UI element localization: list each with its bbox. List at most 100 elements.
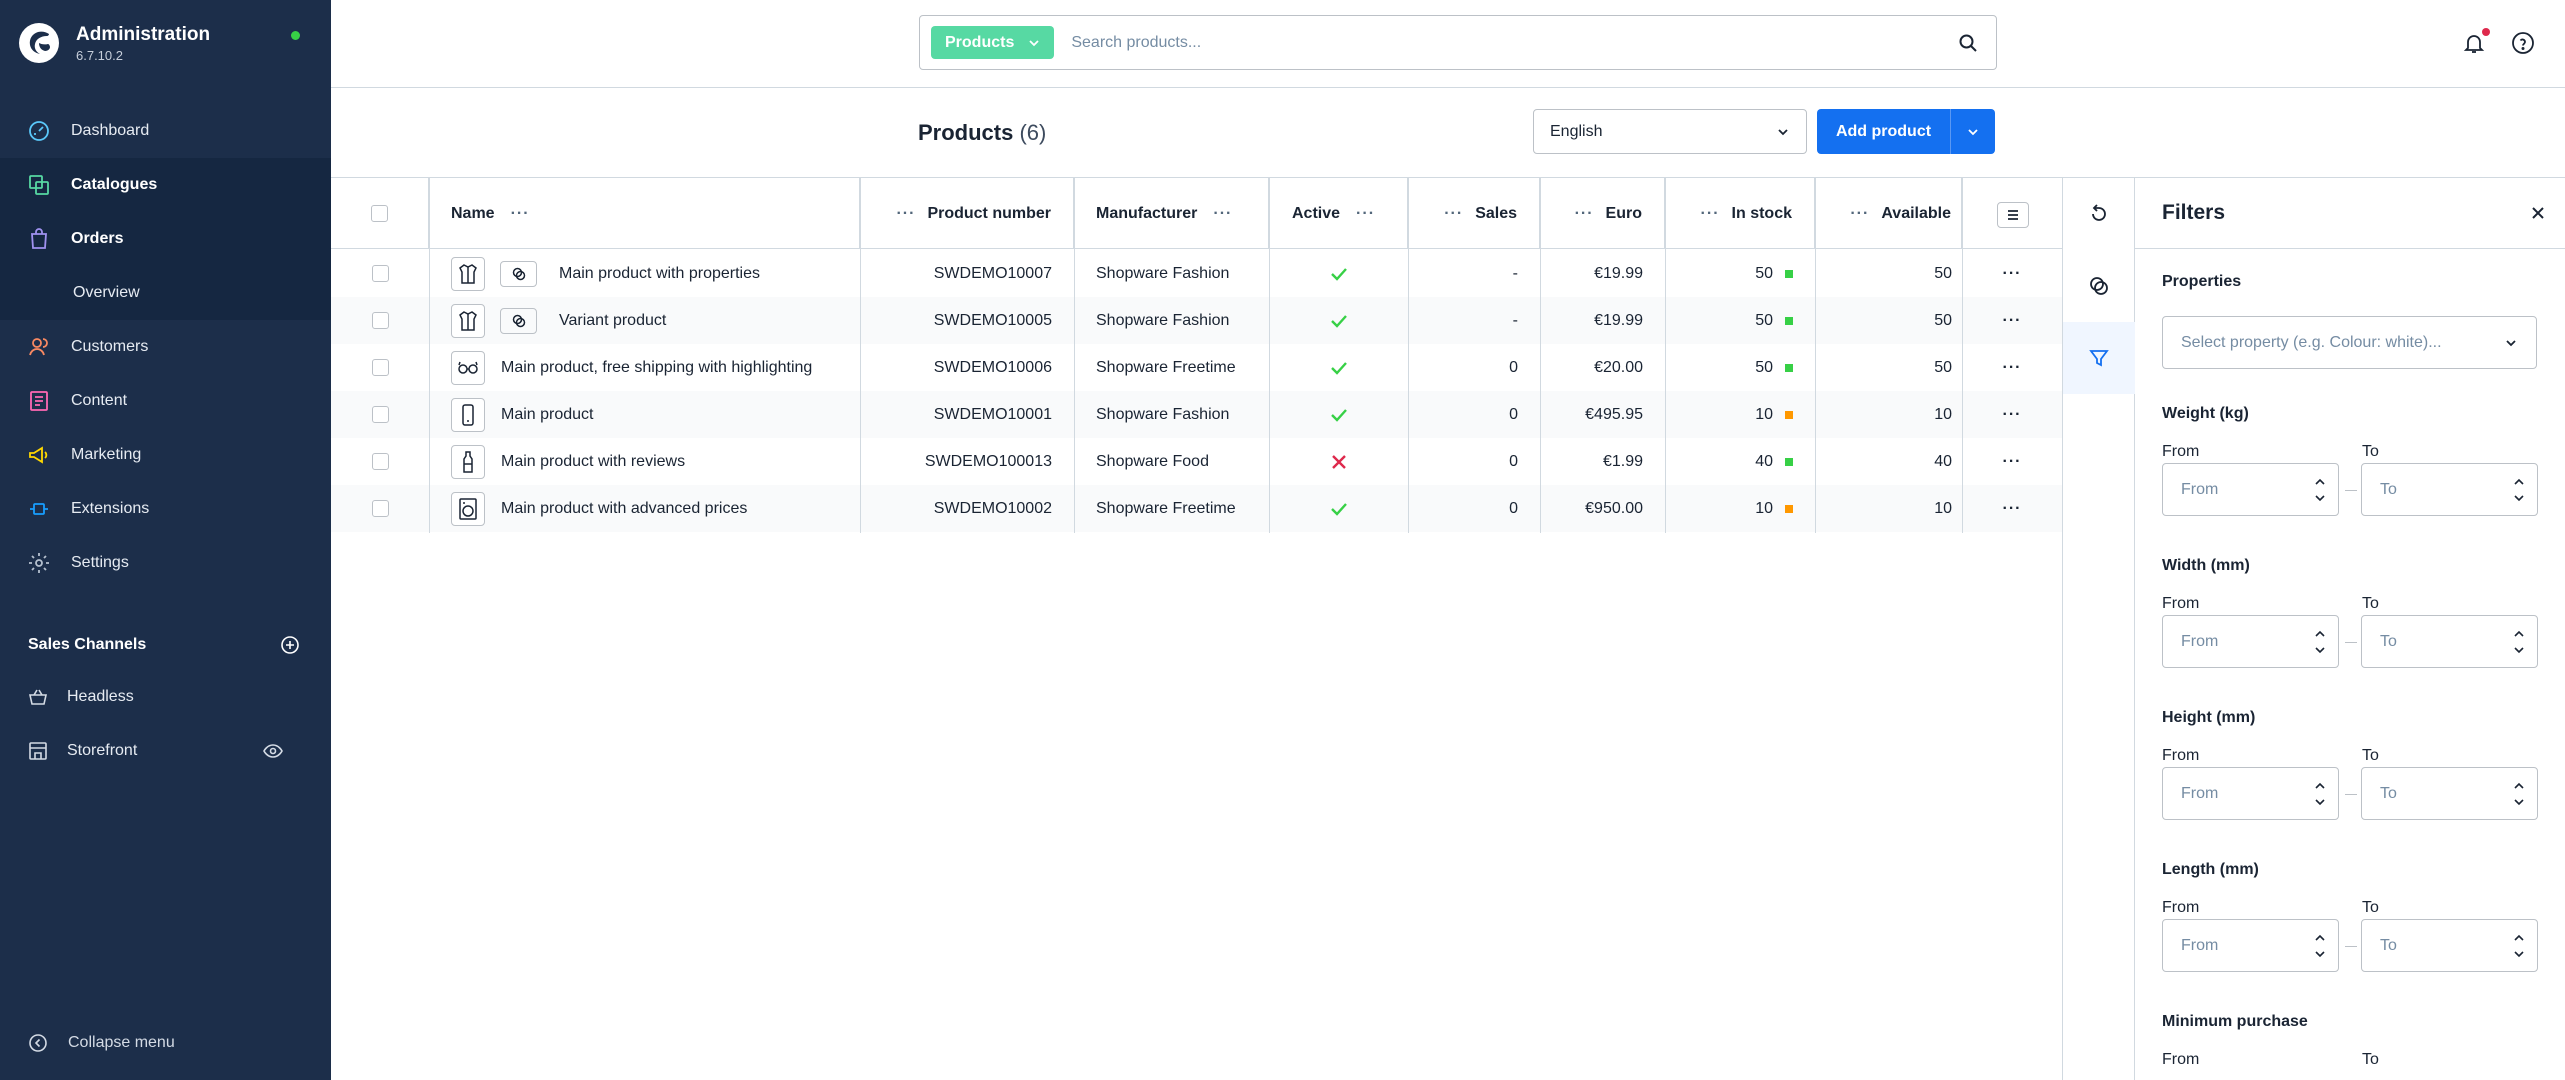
column-menu-dots[interactable]: ··· <box>1213 205 1232 223</box>
context-menu-button[interactable]: ··· <box>2003 265 2022 283</box>
row-checkbox[interactable] <box>371 406 389 423</box>
column-menu-dots[interactable]: ··· <box>1444 205 1463 223</box>
column-label: Active <box>1292 204 1341 222</box>
product-name-link[interactable]: Variant product <box>559 312 666 330</box>
column-menu-dots[interactable]: ··· <box>1701 205 1720 223</box>
context-menu-button[interactable]: ··· <box>2003 500 2022 518</box>
sales-cell: - <box>1512 264 1518 282</box>
product-name-link[interactable]: Main product, free shipping with highlig… <box>501 359 812 377</box>
search-input[interactable] <box>1054 22 1940 63</box>
column-header-product-number[interactable]: ··· Product number <box>860 178 1074 249</box>
help-icon[interactable] <box>2511 31 2535 55</box>
range-to-input[interactable]: To <box>2361 919 2538 972</box>
nav-item-extensions[interactable]: Extensions <box>0 482 331 536</box>
row-checkbox[interactable] <box>371 359 389 376</box>
grid-settings-button[interactable] <box>1997 202 2029 228</box>
search-button[interactable] <box>1940 33 1996 53</box>
table-row[interactable]: Main product, free shipping with highlig… <box>331 344 2062 391</box>
table-row[interactable]: Variant product SWDEMO10005 Shopware Fashi… <box>331 297 2062 344</box>
nav-label: Orders <box>71 230 124 247</box>
context-menu-button[interactable]: ··· <box>2003 359 2022 377</box>
nav-item-catalogues[interactable]: Catalogues <box>0 158 331 212</box>
column-header-sales[interactable]: ··· Sales <box>1408 178 1540 249</box>
sales-channel-storefront[interactable]: Storefront <box>27 740 302 762</box>
column-header-in-stock[interactable]: ··· In stock <box>1665 178 1815 249</box>
brand[interactable]: Administration 6.7.10.2 <box>18 22 210 64</box>
check-icon <box>1330 502 1347 516</box>
column-menu-dots[interactable]: ··· <box>896 205 915 223</box>
table-row[interactable]: Main product SWDEMO10001 Shopware Fashion 0… <box>331 391 2062 438</box>
product-name-link[interactable]: Main product with advanced prices <box>501 500 747 518</box>
row-checkbox[interactable] <box>371 453 389 470</box>
stepper-arrows[interactable] <box>2314 781 2326 807</box>
stepper-arrows[interactable] <box>2314 629 2326 655</box>
context-menu-button[interactable]: ··· <box>2003 406 2022 424</box>
eye-icon[interactable] <box>262 740 284 762</box>
variant-indicator[interactable] <box>500 307 537 334</box>
range-from-input[interactable]: From <box>2162 615 2339 668</box>
stepper-arrows[interactable] <box>2513 933 2525 959</box>
column-label: Product number <box>927 204 1051 222</box>
add-product-split-button[interactable] <box>1950 109 1995 154</box>
stepper-arrows[interactable] <box>2513 781 2525 807</box>
column-header-price[interactable]: ··· Euro <box>1540 178 1665 249</box>
table-row[interactable]: Main product with reviews SWDEMO100013 Sho… <box>331 438 2062 485</box>
range-from-input[interactable]: From <box>2162 463 2339 516</box>
stock-status-indicator <box>1785 363 1793 372</box>
nav-item-marketing[interactable]: Marketing <box>0 428 331 482</box>
column-header-active[interactable]: Active ··· <box>1269 178 1408 249</box>
select-all-checkbox[interactable] <box>371 205 388 222</box>
nav-item-dashboard[interactable]: Dashboard <box>0 104 331 158</box>
column-menu-dots[interactable]: ··· <box>511 205 530 223</box>
filter-panel-header: Filters <box>2135 178 2565 249</box>
row-checkbox[interactable] <box>371 265 389 282</box>
stepper-arrows[interactable] <box>2513 477 2525 503</box>
range-from-input[interactable]: From <box>2162 767 2339 820</box>
search-type-selector[interactable]: Products <box>931 26 1055 59</box>
filter-button[interactable] <box>2063 322 2135 394</box>
close-icon[interactable] <box>2531 206 2545 220</box>
context-menu-button[interactable]: ··· <box>2003 312 2022 330</box>
nav-item-orders-overview[interactable]: Overview <box>0 266 331 320</box>
range-from-input[interactable]: From <box>2162 919 2339 972</box>
column-menu-dots[interactable]: ··· <box>1850 205 1869 223</box>
refresh-button[interactable] <box>2063 178 2135 250</box>
column-menu-dots[interactable]: ··· <box>1575 205 1594 223</box>
show-variants-button[interactable] <box>2063 250 2135 322</box>
table-row[interactable]: Main product with advanced prices SWDEMO1… <box>331 485 2062 532</box>
column-menu-dots[interactable]: ··· <box>1356 205 1375 223</box>
properties-select[interactable]: Select property (e.g. Colour: white)... <box>2162 316 2537 369</box>
row-actions-cell: ··· <box>1962 250 2062 297</box>
variant-indicator[interactable] <box>500 260 537 287</box>
column-header-name[interactable]: Name ··· <box>429 178 860 249</box>
available-cell: 50 <box>1934 358 1952 376</box>
stepper-arrows[interactable] <box>2513 629 2525 655</box>
nav-item-content[interactable]: Content <box>0 374 331 428</box>
range-to-input[interactable]: To <box>2361 767 2538 820</box>
sales-channel-headless[interactable]: Headless <box>27 686 302 708</box>
nav-item-customers[interactable]: Customers <box>0 320 331 374</box>
nav-item-settings[interactable]: Settings <box>0 536 331 590</box>
from-placeholder: From <box>2181 632 2219 650</box>
range-to-input[interactable]: To <box>2361 615 2538 668</box>
available-cell: 10 <box>1934 499 1952 517</box>
add-product-button[interactable]: Add product <box>1817 109 1995 154</box>
collapse-menu-button[interactable]: Collapse menu <box>28 1033 175 1053</box>
row-checkbox[interactable] <box>371 500 389 517</box>
product-name-link[interactable]: Main product with properties <box>559 265 760 283</box>
nav-item-orders[interactable]: Orders <box>0 212 331 266</box>
table-row[interactable]: Main product with properties SWDEMO10007 S… <box>331 250 2062 297</box>
notification-badge <box>2482 28 2490 36</box>
context-menu-button[interactable]: ··· <box>2003 453 2022 471</box>
stepper-arrows[interactable] <box>2314 477 2326 503</box>
range-separator <box>2345 946 2357 947</box>
stepper-arrows[interactable] <box>2314 933 2326 959</box>
row-checkbox[interactable] <box>371 312 389 329</box>
range-to-input[interactable]: To <box>2361 463 2538 516</box>
column-header-available[interactable]: ··· Available <box>1815 178 1962 249</box>
column-header-manufacturer[interactable]: Manufacturer ··· <box>1074 178 1269 249</box>
language-switch[interactable]: English <box>1533 109 1807 154</box>
product-name-link[interactable]: Main product with reviews <box>501 453 685 471</box>
product-name-link[interactable]: Main product <box>501 406 594 424</box>
add-circle-icon[interactable] <box>280 635 300 655</box>
